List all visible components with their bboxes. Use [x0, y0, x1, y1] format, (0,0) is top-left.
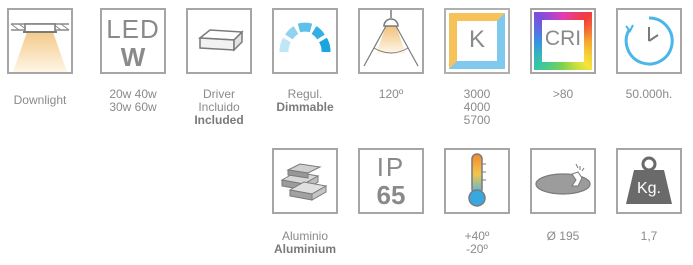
downlight-icon: [10, 23, 70, 72]
beam-angle-tile: [358, 8, 424, 74]
beam-caption: 120º: [378, 87, 404, 101]
lifetime-caption: 50.000h.: [625, 87, 673, 101]
weight-tile: Kg.: [616, 148, 682, 214]
downlight-tile: [7, 8, 73, 74]
lifetime-tile: [616, 8, 682, 74]
weight-label: Kg.: [636, 180, 661, 197]
ip-value: 65: [376, 180, 406, 210]
color-temp-tile: K: [444, 8, 510, 74]
temperature-caption: +40º -20º: [432, 230, 522, 256]
dimmable-caption: Regul. Dimmable: [260, 88, 350, 114]
ip-rating-tile: IP 65: [358, 148, 424, 214]
kelvin-label: K: [468, 26, 485, 53]
driver-caption: Driver Incluido Included: [174, 88, 264, 127]
weight-caption: 1,7: [640, 229, 658, 243]
color-temp-caption: 3000 4000 5700: [432, 88, 522, 127]
aluminium-bars-icon: [280, 163, 328, 201]
dimmable-icon: [279, 22, 331, 53]
aluminium-label: Aluminium: [274, 242, 336, 256]
downlight-caption: Downlight: [13, 93, 67, 107]
ip-label: IP: [376, 152, 406, 182]
power-line-2: 30w 60w: [109, 100, 157, 114]
temp-min: -20º: [466, 242, 488, 256]
watt-label: W: [120, 42, 146, 72]
dimmable-label: Dimmable: [276, 100, 334, 114]
cutout-tile: [530, 148, 596, 214]
cutout-caption: Ø 195: [546, 229, 580, 243]
material-caption: Aluminio Aluminium: [260, 230, 350, 256]
dimmable-tile: [272, 8, 338, 74]
beam-angle-icon: [363, 10, 419, 67]
driver-tile: [186, 8, 252, 74]
cri-label: CRI: [544, 27, 582, 50]
power-caption: 20w 40w 30w 60w: [88, 88, 178, 114]
driver-line-bold: Included: [194, 113, 244, 127]
cutout-hole-icon: [535, 163, 591, 195]
driver-icon: [198, 29, 244, 52]
led-label: LED: [106, 14, 160, 44]
cri-caption: >80: [552, 87, 574, 101]
material-tile: [272, 148, 338, 214]
cri-tile: CRI: [530, 8, 596, 74]
led-power-tile: LED W: [100, 8, 166, 74]
temperature-tile: [444, 148, 510, 214]
clock-icon: [624, 16, 674, 66]
temp-5700: 5700: [463, 113, 491, 127]
thermometer-icon: [468, 153, 486, 207]
